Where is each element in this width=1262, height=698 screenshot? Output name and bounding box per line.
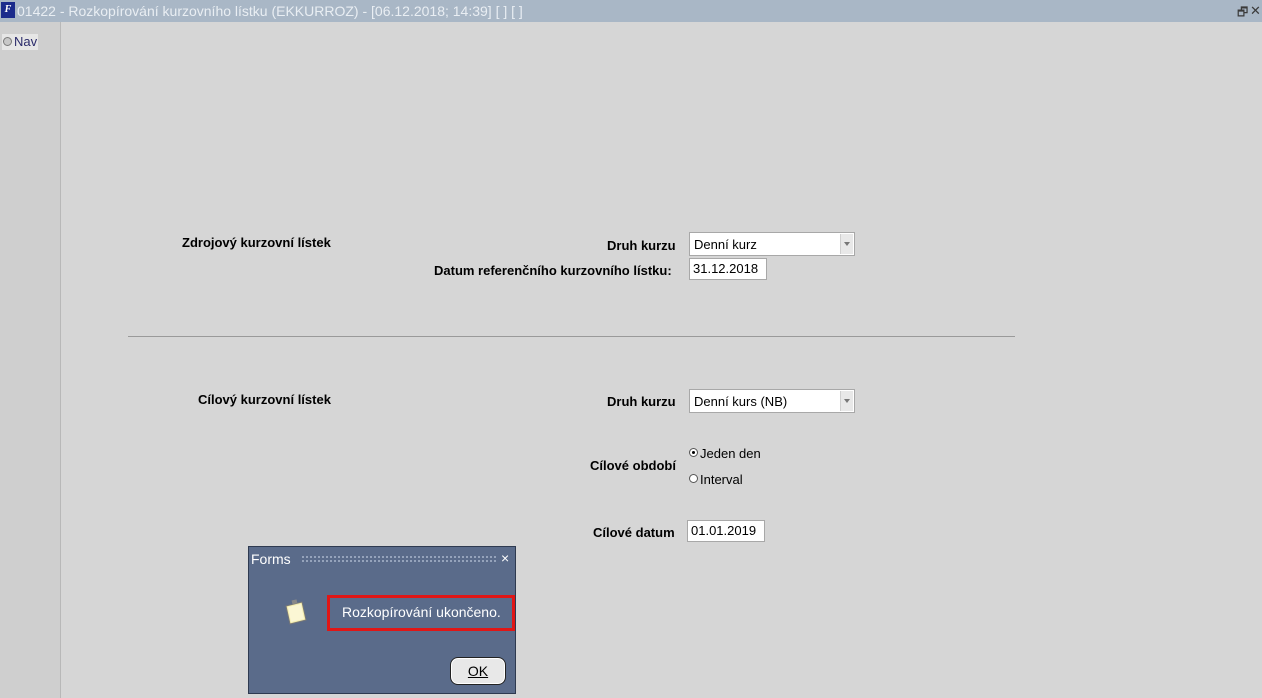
radio-selected-icon[interactable] xyxy=(689,448,698,457)
chevron-down-icon[interactable] xyxy=(840,234,853,254)
target-rate-type-label: Druh kurzu xyxy=(607,394,676,409)
nav-panel: Nav xyxy=(0,22,61,698)
radio-unselected-icon[interactable] xyxy=(689,474,698,483)
dialog-message: Rozkopírování ukončeno. xyxy=(342,604,501,620)
target-date-label: Cílové datum xyxy=(593,525,675,540)
close-window-icon[interactable]: ✕ xyxy=(1250,3,1261,19)
radio-interval-label: Interval xyxy=(700,472,743,487)
target-rate-type-select[interactable]: Denní kurs (NB) xyxy=(689,389,855,413)
ref-date-label: Datum referenčního kurzovního lístku: xyxy=(434,263,672,278)
source-rate-type-value: Denní kurz xyxy=(694,237,757,252)
radio-jeden-den-label: Jeden den xyxy=(700,446,761,461)
dialog-titlebar[interactable]: Forms × xyxy=(249,547,515,569)
note-icon xyxy=(285,599,307,625)
app-logo-icon: F xyxy=(1,2,15,18)
window-titlebar: F 01422 - Rozkopírování kurzovního lístk… xyxy=(0,0,1262,22)
forms-dialog: Forms × Rozkopírování ukončeno. OK xyxy=(248,546,516,694)
restore-window-icon[interactable]: 🗗 xyxy=(1237,3,1248,24)
target-rate-type-value: Denní kurs (NB) xyxy=(694,394,788,409)
ref-date-field[interactable]: 31.12.2018 xyxy=(689,258,767,280)
section-divider xyxy=(128,336,1015,337)
dialog-drag-grip[interactable] xyxy=(301,555,497,562)
radio-jeden-den[interactable]: Jeden den xyxy=(689,446,761,461)
chevron-down-icon[interactable] xyxy=(840,391,853,411)
nav-button[interactable]: Nav xyxy=(2,34,38,50)
ok-button-label: OK xyxy=(467,663,489,679)
ok-button[interactable]: OK xyxy=(450,657,506,685)
source-section-label: Zdrojový kurzovní lístek xyxy=(182,235,331,250)
source-rate-type-label: Druh kurzu xyxy=(607,238,676,253)
dialog-close-icon[interactable]: × xyxy=(501,550,509,566)
target-period-label: Cílové období xyxy=(590,458,676,473)
source-rate-type-select[interactable]: Denní kurz xyxy=(689,232,855,256)
nav-dot-icon xyxy=(3,37,12,47)
nav-label: Nav xyxy=(14,34,38,49)
window-title: 01422 - Rozkopírování kurzovního lístku … xyxy=(17,3,523,19)
message-highlight-box: Rozkopírování ukončeno. xyxy=(327,595,515,631)
target-date-field[interactable]: 01.01.2019 xyxy=(687,520,765,542)
dialog-title: Forms xyxy=(251,551,291,567)
target-section-label: Cílový kurzovní lístek xyxy=(198,392,331,407)
radio-interval[interactable]: Interval xyxy=(689,472,743,487)
